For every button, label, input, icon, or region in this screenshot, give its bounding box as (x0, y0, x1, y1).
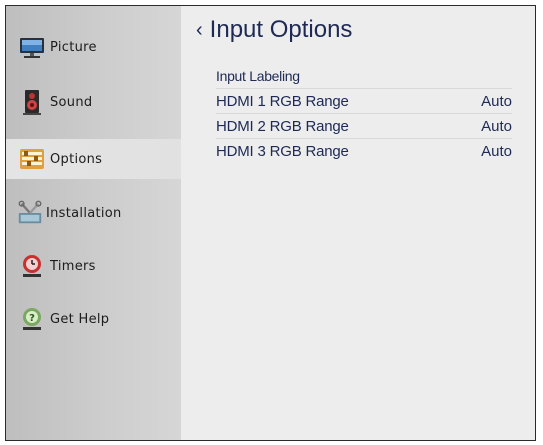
sidebar-item-installation[interactable]: Installation (6, 193, 181, 233)
speaker-icon (18, 88, 46, 116)
sidebar-item-label: Picture (50, 39, 97, 55)
back-chevron-icon[interactable]: ‹ (196, 20, 203, 40)
menu-row-hdmi2-rgb-range[interactable]: HDMI 2 RGB Range Auto (216, 114, 512, 139)
menu-row-label: Input Labeling (216, 68, 300, 84)
sidebar-item-label: Options (50, 151, 103, 167)
sidebar-item-label: Get Help (50, 311, 110, 327)
picture-icon (18, 33, 46, 61)
help-icon: ? (18, 305, 46, 333)
options-icon (18, 145, 46, 173)
page-title: Input Options (209, 16, 353, 43)
svg-text:?: ? (29, 313, 35, 324)
menu-row-value: Auto (481, 92, 512, 110)
menu-row-hdmi1-rgb-range[interactable]: HDMI 1 RGB Range Auto (216, 89, 512, 114)
options-list: Input Labeling HDMI 1 RGB Range Auto HDM… (216, 64, 512, 164)
sidebar-item-label: Timers (50, 258, 96, 274)
sidebar-item-picture[interactable]: Picture (6, 27, 181, 67)
page-header: ‹ Input Options (196, 18, 352, 42)
sidebar-item-sound[interactable]: Sound (6, 82, 181, 122)
sidebar-item-timers[interactable]: Timers (6, 246, 181, 286)
tools-icon (16, 199, 44, 227)
sidebar-item-label: Sound (50, 94, 93, 110)
menu-row-label: HDMI 1 RGB Range (216, 92, 349, 110)
menu-row-label: HDMI 3 RGB Range (216, 143, 349, 160)
sidebar: Picture Sound Options Installation Timer… (6, 6, 181, 440)
menu-row-value: Auto (481, 117, 512, 135)
menu-row-input-labeling[interactable]: Input Labeling (216, 64, 512, 89)
sidebar-item-label: Installation (46, 205, 122, 221)
sidebar-item-options[interactable]: Options (6, 139, 181, 179)
menu-row-label: HDMI 2 RGB Range (216, 117, 349, 135)
timer-icon (18, 252, 46, 280)
menu-row-value: Auto (481, 143, 512, 160)
sidebar-item-get-help[interactable]: ? Get Help (6, 299, 181, 339)
menu-row-hdmi3-rgb-range[interactable]: HDMI 3 RGB Range Auto (216, 139, 512, 164)
tv-menu-frame: Picture Sound Options Installation Timer… (5, 5, 536, 441)
main-panel: ‹ Input Options Input Labeling HDMI 1 RG… (181, 6, 535, 440)
